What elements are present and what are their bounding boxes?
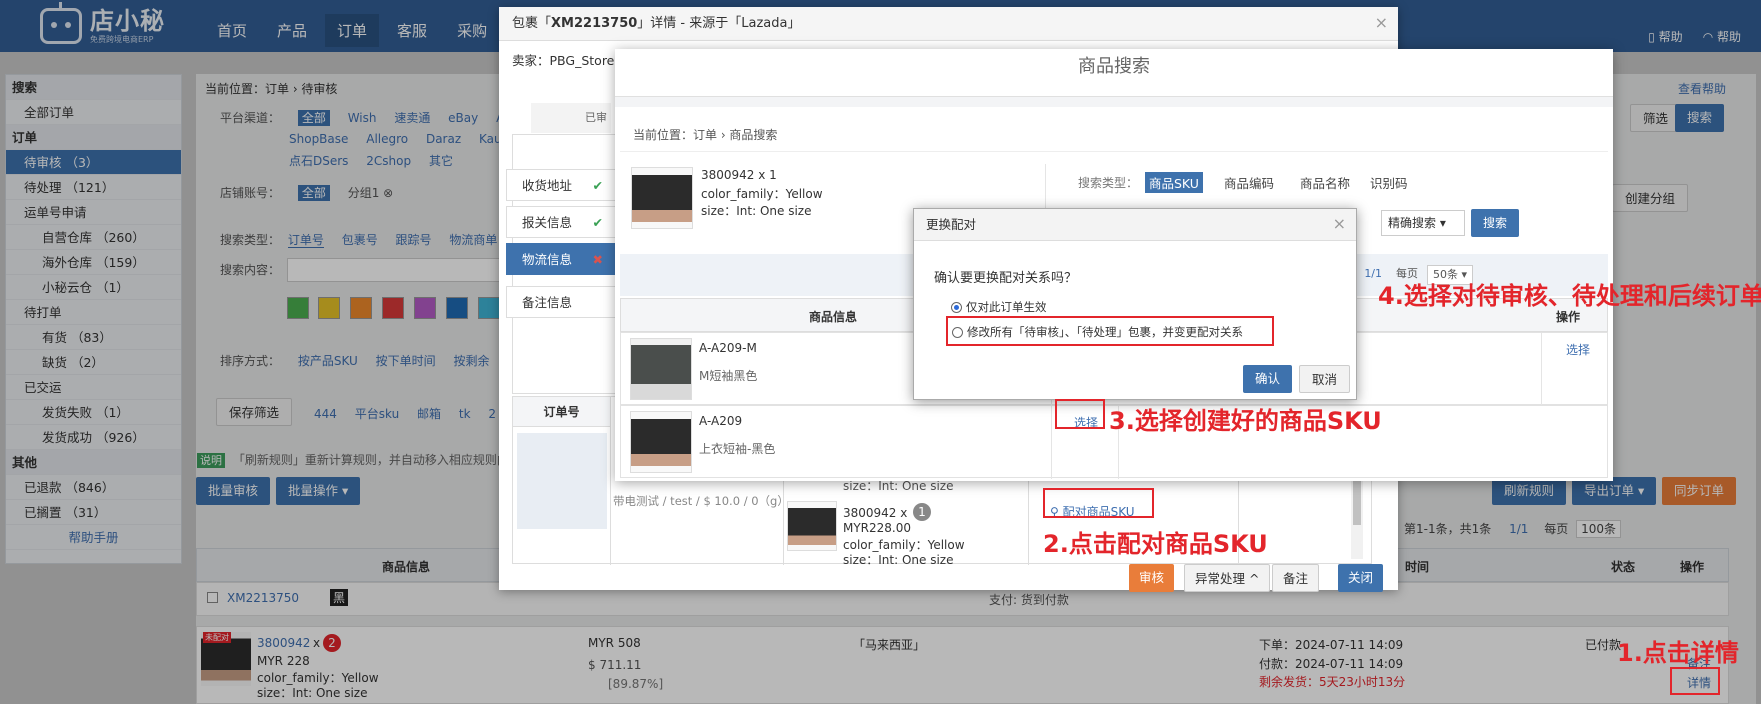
seller-label: 卖家：PBG_Store (512, 53, 615, 68)
product-search-title: 商品搜索 (615, 49, 1613, 97)
source-size: size：Int: One size (701, 204, 812, 218)
tab-label-address: 收货地址 (522, 178, 573, 193)
source-product-image (631, 167, 693, 229)
highlight-pair-link (1043, 488, 1154, 518)
result-sku: A-A209-M (699, 341, 757, 355)
confirm-button[interactable]: 确认 (1243, 365, 1293, 393)
close-icon[interactable]: × (1375, 13, 1388, 32)
radio-checked-icon[interactable] (951, 301, 962, 313)
close-button[interactable]: 关闭 (1338, 564, 1384, 592)
order-col-header: 订单号 (513, 397, 610, 427)
th-product-info: 商品信息 (809, 310, 858, 324)
change-pairing-dialog: 更换配对 × 确认要更换配对关系吗？ 仅对此订单生效 修改所有「待审核」、「待处… (913, 208, 1357, 400)
type-product-code[interactable]: 商品编码 (1220, 172, 1278, 193)
scrollbar[interactable] (1351, 477, 1363, 559)
type-product-name[interactable]: 商品名称 (1296, 172, 1354, 193)
highlight-select-link (1055, 399, 1105, 429)
title-suffix: 」详情 - 来源于「Lazada」 (637, 16, 801, 31)
annotation-step-2: 2.点击配对商品SKU (1043, 530, 1268, 558)
change-pairing-question: 确认要更换配对关系吗？ (934, 271, 1078, 286)
source-sku: 3800942 x 1 (701, 168, 777, 182)
result-image (630, 411, 692, 473)
close-icon[interactable]: × (1333, 214, 1346, 233)
review-button[interactable]: 审核 (1129, 564, 1175, 592)
result-select-link[interactable]: 选择 (1566, 341, 1590, 358)
cancel-button[interactable]: 取消 (1299, 365, 1351, 393)
tab-label-logistics: 物流信息 (522, 252, 573, 267)
tab-label-customs: 报关信息 (522, 215, 573, 230)
tab-shipping-address[interactable]: 收货地址 ✔ (506, 169, 616, 201)
tab-logistics-info[interactable]: 物流信息 ✖ (506, 243, 616, 275)
annotation-step-3: 3.选择创建好的商品SKU (1109, 407, 1382, 435)
exception-handling-button[interactable]: 异常处理 ^ (1184, 564, 1271, 592)
annotation-step-4: 4.选择对待审核、待处理和后续订单生效 (1378, 282, 1761, 310)
tab-remark-info[interactable]: 备注信息 (506, 286, 616, 318)
tab-customs-info[interactable]: 报关信息 ✔ (506, 206, 616, 238)
check-icon: ✔ (592, 178, 603, 193)
remark-button[interactable]: 备注 (1272, 564, 1320, 592)
item-price: MYR228.00 (843, 521, 912, 535)
highlight-option-2 (946, 316, 1274, 346)
result-sku: A-A209 (699, 414, 743, 428)
highlight-detail-link (1670, 667, 1720, 695)
search-type-label: 搜索类型： (1078, 176, 1139, 190)
type-product-sku[interactable]: 商品SKU (1145, 172, 1203, 193)
change-pairing-title: 更换配对 (914, 209, 1356, 241)
result-name: M短袖黑色 (699, 369, 758, 383)
option-this-order-only[interactable]: 仅对此订单生效 (951, 299, 1047, 315)
item-sku: 3800942 x (843, 506, 908, 520)
search-breadcrumb: 当前位置：订单 › 商品搜索 (633, 128, 778, 142)
option-1-label: 仅对此订单生效 (966, 300, 1047, 314)
type-identifier[interactable]: 识别码 (1366, 172, 1412, 193)
title-prefix: 包裹「 (512, 16, 552, 31)
scrollbar-thumb[interactable] (1353, 481, 1361, 525)
product-search-button[interactable]: 搜索 (1471, 209, 1519, 237)
item-size: size：Int: One size (843, 553, 954, 567)
match-mode-select[interactable]: 精确搜索 ▾ (1381, 210, 1465, 236)
check-icon: ✔ (592, 215, 603, 230)
tab-label-remark: 备注信息 (522, 295, 573, 310)
source-color: color_family：Yellow (701, 187, 823, 201)
order-col-blur (517, 433, 607, 529)
title-package-number: XM2213750 (551, 16, 638, 31)
error-x-icon: ✖ (592, 252, 603, 267)
item-qty-badge: 1 (913, 503, 931, 521)
result-image (630, 338, 692, 400)
step-reviewed: 已审核 (531, 103, 611, 154)
annotation-step-1: 1.点击详情 (1617, 639, 1739, 667)
item-thumbnail (787, 501, 837, 551)
result-name: 上衣短袖-黑色 (699, 442, 776, 456)
package-detail-title: 包裹「XM2213750」详情 - 来源于「Lazada」 (499, 7, 1398, 41)
test-line: 带电测试 / test / $ 10.0 / 0（g） (613, 494, 789, 508)
